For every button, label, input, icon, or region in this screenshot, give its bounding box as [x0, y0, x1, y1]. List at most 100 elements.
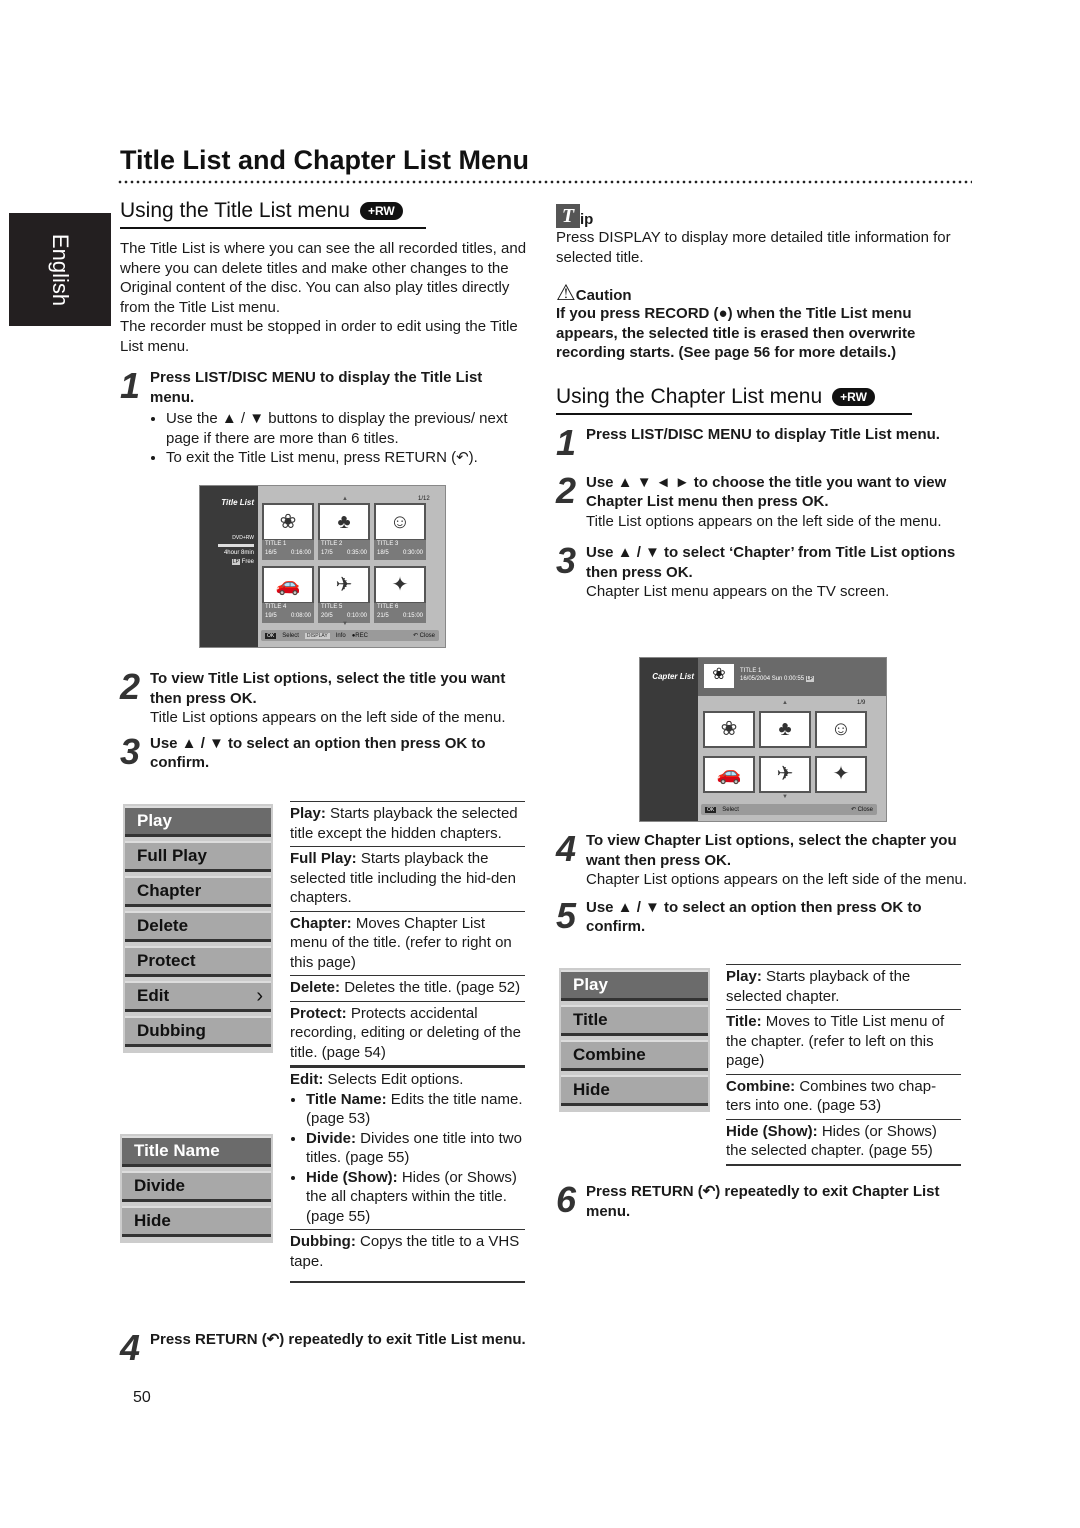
heading-text: Using the Title List menu	[120, 199, 350, 222]
chapter-thumbnail[interactable]: ✈	[759, 756, 811, 793]
manual-page: English Title List and Chapter List Menu…	[0, 0, 1080, 1528]
scroll-down-icon[interactable]: ▼	[342, 621, 348, 627]
step-1: 1 Press LIST/DISC MENU to display Title …	[556, 424, 971, 461]
desc-item: Protect: Protects accidental recording, …	[290, 1000, 525, 1067]
caution-title: Caution	[575, 287, 632, 304]
desc-item: Chapter: Moves Chapter List menu of the …	[290, 910, 525, 976]
title-list-screen: Title List DVD+RW 4hour 8min LP Free 1/1…	[199, 485, 446, 648]
step-4: 4 Press RETURN (↶) repeatedly to exit Ti…	[120, 1330, 530, 1366]
title-thumbnail[interactable]: ✦	[374, 566, 426, 604]
edit-item-title-name: Title Name: Edits the title name. (page …	[306, 1090, 525, 1129]
step-subtext: Chapter List menu appears on the TV scre…	[586, 583, 890, 600]
title-caption: TITLE 3 18/5 0:30:00	[374, 540, 426, 560]
chapter-options-menu: Play Title Combine Hide	[559, 968, 710, 1112]
title-thumbnail[interactable]: ❀	[262, 503, 314, 541]
step-text: Use ▲ / ▼ to select an option then press…	[150, 734, 486, 772]
intro-text-2: The recorder must be stopped in order to…	[120, 318, 518, 355]
lp-badge: LP	[805, 676, 814, 682]
menu-item-label: Play	[573, 975, 608, 994]
right-column: T ip Press DISPLAY to display more detai…	[556, 204, 971, 602]
menu-item-label: Hide	[134, 1211, 171, 1230]
menu-item-full-play[interactable]: Full Play	[125, 841, 271, 872]
close-label: ↶ Close	[850, 807, 873, 813]
desc-term: Dubbing:	[290, 1233, 356, 1250]
tip-icon: T	[556, 204, 580, 228]
step-number: 4	[120, 1327, 141, 1368]
title-thumbnail[interactable]: ♣	[318, 503, 370, 541]
step-number: 2	[556, 469, 577, 511]
menu-item-protect[interactable]: Protect	[125, 946, 271, 977]
page-indicator: 1/12	[418, 496, 430, 502]
lp-badge: LP	[231, 559, 240, 565]
desc-text: Deletes the title. (page 52)	[340, 979, 521, 996]
chapter-thumbnail[interactable]: 🚗	[703, 756, 755, 793]
menu-item-label: Title Name	[134, 1141, 220, 1160]
menu-item-divide[interactable]: Divide	[122, 1171, 271, 1202]
menu-item-title[interactable]: Title	[561, 1005, 708, 1036]
chevron-right-icon: ›	[256, 985, 263, 1007]
step-number: 2	[120, 666, 141, 707]
left-steps-2-3: 2 To view Title List options, select the…	[120, 669, 530, 773]
step-number: 3	[120, 730, 141, 772]
menu-item-delete[interactable]: Delete	[125, 911, 271, 942]
language-tab: English	[9, 213, 111, 326]
chapter-thumbnail[interactable]: ✦	[815, 756, 867, 793]
menu-item-play[interactable]: Play	[125, 806, 271, 837]
desc-item: Play: Starts playback of the selected ch…	[726, 964, 961, 1009]
title-date: 21/5	[377, 613, 389, 619]
menu-item-hide[interactable]: Hide	[122, 1206, 271, 1237]
scroll-up-icon[interactable]: ▲	[782, 700, 788, 706]
chapter-thumbnail[interactable]: ☺	[815, 711, 867, 748]
desc-edit: Edit: Selects Edit options. Title Name: …	[290, 1067, 525, 1229]
menu-item-combine[interactable]: Combine	[561, 1040, 708, 1071]
desc-term: Edit:	[290, 1071, 324, 1088]
step-2: 2 Use ▲ ▼ ◄ ► to choose the title you wa…	[556, 469, 971, 532]
intro-text: The Title List is where you can see the …	[120, 240, 527, 316]
step-3: 3 Use ▲ / ▼ to select an option then pre…	[120, 730, 530, 773]
title-list-heading: Using the Title List menu +RW	[120, 199, 426, 229]
title-caption: TITLE 5 20/5 0:10:00	[318, 603, 370, 623]
screen-sidebar: Capter List	[640, 658, 698, 821]
title-date: 19/5	[265, 613, 277, 619]
step-subtext: Title List options appears on the left s…	[150, 709, 506, 726]
chapter-list-screen: Capter List ❀ TITLE 1 16/05/2004 Sun 0:0…	[639, 657, 887, 822]
title-thumbnail[interactable]: ✈	[318, 566, 370, 604]
title-options-menu: Play Full Play Chapter Delete Protect Edit › Du…	[123, 804, 273, 1053]
scroll-down-icon[interactable]: ▼	[782, 794, 788, 800]
menu-item-play[interactable]: Play	[561, 970, 708, 1001]
menu-item-label: Hide	[573, 1080, 610, 1099]
ok-key: OK	[265, 632, 277, 639]
screen-sidebar: Title List DVD+RW 4hour 8min LP Free	[200, 486, 258, 647]
menu-item-title-name[interactable]: Title Name	[122, 1136, 271, 1167]
title-length: 0:10:00	[346, 613, 367, 619]
desc-term: Hide (Show):	[726, 1122, 818, 1140]
caution-header: ⚠ Caution	[556, 282, 971, 305]
remaining-time: 4hour 8min	[223, 550, 254, 556]
desc-term: Chapter:	[290, 914, 352, 932]
chapter-thumbnail[interactable]: ❀	[703, 711, 755, 748]
ok-key: OK	[705, 806, 717, 813]
bullet: To exit the Title List menu, press RETUR…	[166, 448, 530, 468]
menu-item-label: Title	[573, 1010, 608, 1029]
step-text: To view Title List options, select the t…	[150, 670, 506, 707]
step-5: 5 Use ▲ / ▼ to select an option then pre…	[556, 897, 971, 937]
menu-item-dubbing[interactable]: Dubbing	[125, 1016, 271, 1047]
chapter-thumbnail[interactable]: ♣	[759, 711, 811, 748]
chapter-option-descriptions: Play: Starts playback of the selected ch…	[726, 964, 961, 1166]
menu-item-hide[interactable]: Hide	[561, 1075, 708, 1106]
menu-item-chapter[interactable]: Chapter	[125, 876, 271, 907]
title-thumbnail[interactable]: ☺	[374, 503, 426, 541]
menu-item-edit[interactable]: Edit ›	[125, 981, 271, 1012]
display-key: DISPLAY	[304, 632, 330, 639]
title-info: 16/05/2004 Sun 0:00:55	[740, 676, 805, 682]
title-name: TITLE 4	[265, 604, 287, 610]
scroll-up-icon[interactable]: ▲	[342, 496, 348, 502]
rw-badge: +RW	[359, 202, 403, 220]
step-2: 2 To view Title List options, select the…	[120, 669, 530, 728]
step-text: Press RETURN (↶) repeatedly to exit Chap…	[586, 1183, 940, 1220]
title-thumbnail[interactable]: 🚗	[262, 566, 314, 604]
desc-item: Play: Starts playback the selected title…	[290, 801, 525, 846]
info-label: Info	[335, 632, 346, 639]
tip-text: Press DISPLAY to display more detailed t…	[556, 229, 951, 266]
menu-item-label: Play	[137, 811, 172, 830]
